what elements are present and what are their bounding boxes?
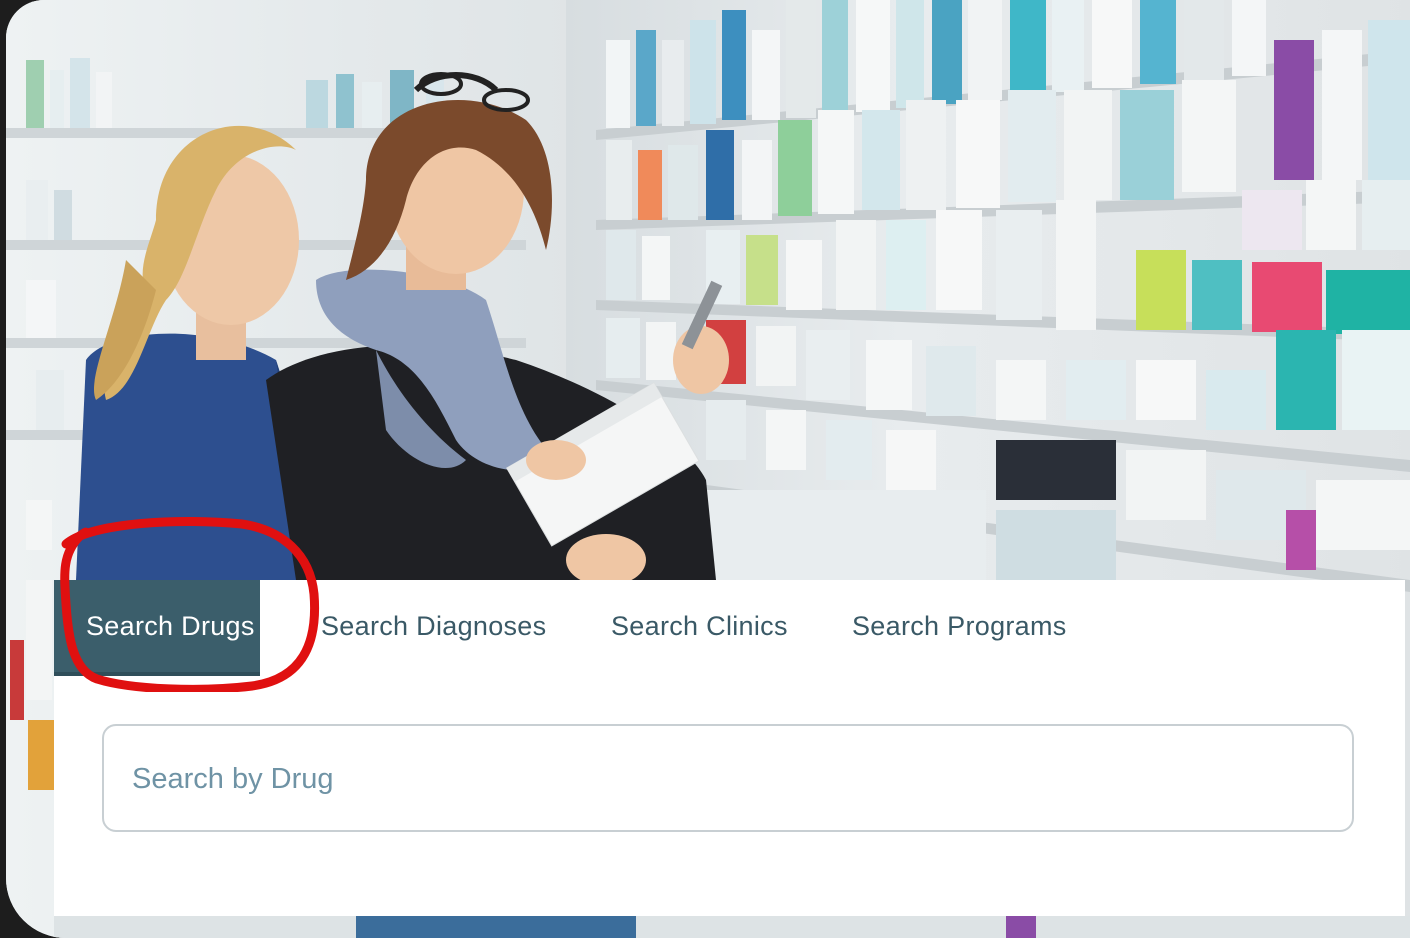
tab-search-drugs[interactable]: Search Drugs: [54, 580, 260, 676]
search-panel: Search Drugs Search Diagnoses Search Cli…: [54, 580, 1405, 916]
tab-search-clinics[interactable]: Search Clinics: [611, 580, 788, 672]
tab-search-diagnoses[interactable]: Search Diagnoses: [321, 580, 546, 672]
tab-search-programs[interactable]: Search Programs: [852, 580, 1067, 672]
drug-search-field[interactable]: [102, 724, 1354, 832]
search-input[interactable]: [130, 726, 1314, 832]
pharmacist-and-customer-illustration: [76, 72, 729, 586]
search-tabs: Search Drugs Search Diagnoses Search Cli…: [54, 580, 1405, 676]
